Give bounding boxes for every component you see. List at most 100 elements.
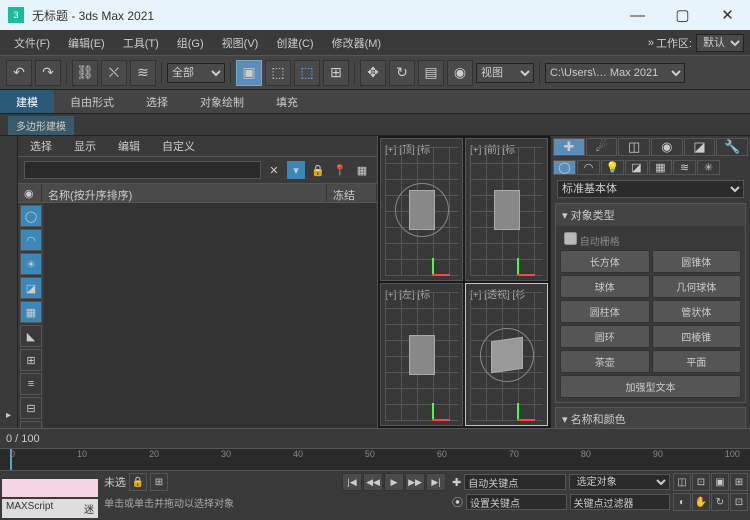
display-tab[interactable]: ◪ — [684, 138, 716, 156]
primitive-button[interactable]: 长方体 — [560, 250, 650, 273]
viewport-top[interactable]: [+] [顶] [标 — [380, 138, 463, 281]
scale-button[interactable]: ▤ — [418, 60, 444, 86]
goto-end-button[interactable]: ▶| — [426, 473, 446, 491]
viewport-front[interactable]: [+] [前] [标 — [465, 138, 548, 281]
shapes-subtab[interactable]: ◠ — [577, 160, 600, 175]
ribbon-tab[interactable]: 建模 — [0, 90, 54, 113]
name-col-header[interactable]: 名称(按升序排序) — [42, 184, 327, 202]
motion-tab[interactable]: ◉ — [651, 138, 683, 156]
scene-tab[interactable]: 自定义 — [154, 136, 203, 156]
ribbon-tab[interactable]: 选择 — [130, 90, 184, 113]
menu-item[interactable]: 工具(T) — [115, 32, 167, 54]
link-button[interactable]: ⛓ — [72, 60, 98, 86]
filter-bone-icon[interactable]: ⊞ — [20, 349, 42, 371]
placement-button[interactable]: ◉ — [447, 60, 473, 86]
clear-search-icon[interactable]: ✕ — [265, 161, 283, 179]
ribbon-subtab[interactable]: 多边形建模 — [8, 116, 74, 135]
coord-display-icon[interactable]: ⊞ — [150, 473, 168, 491]
window-crossing-button[interactable]: ⊞ — [323, 60, 349, 86]
next-frame-button[interactable]: ▶▶ — [405, 473, 425, 491]
keytarget-select[interactable]: 选定对象 — [569, 474, 670, 490]
geometry-subtab[interactable]: ◯ — [553, 160, 576, 175]
filter-helper-icon[interactable]: ▦ — [20, 301, 42, 323]
menu-item[interactable]: 编辑(E) — [60, 32, 113, 54]
hierarchy-tab[interactable]: ◫ — [618, 138, 650, 156]
namecolor-rollout-header[interactable]: ▾ 名称和颜色 — [556, 408, 745, 428]
keyfilter-button[interactable]: 关键点过滤器 — [570, 494, 671, 510]
filter-cam-icon[interactable]: ◪ — [20, 277, 42, 299]
prev-frame-button[interactable]: ◀◀ — [363, 473, 383, 491]
menu-item[interactable]: 文件(F) — [6, 32, 58, 54]
lock-selection-icon[interactable]: 🔒 — [129, 473, 147, 491]
nav-zoomext-icon[interactable]: ⊞ — [730, 473, 748, 491]
primitive-button[interactable]: 圆柱体 — [560, 300, 650, 323]
modify-tab[interactable]: ☄ — [586, 138, 618, 156]
setkey-button[interactable]: 设置关键点 — [466, 494, 567, 510]
filter-space-icon[interactable]: ◣ — [20, 325, 42, 347]
freeze-col-header[interactable]: 冻结 — [327, 184, 377, 202]
goto-start-button[interactable]: |◀ — [342, 473, 362, 491]
primitive-button[interactable]: 几何球体 — [652, 275, 742, 298]
minimize-button[interactable]: — — [615, 0, 660, 30]
menu-item[interactable]: 组(G) — [169, 32, 212, 54]
systems-subtab[interactable]: ✳ — [697, 160, 720, 175]
category-select[interactable]: 标准基本体 — [557, 180, 744, 198]
setkey-icon[interactable]: ⦿ — [452, 494, 463, 510]
nav-rotate-icon[interactable]: ↻ — [711, 493, 729, 511]
select-object-button[interactable]: ▣ — [236, 60, 262, 86]
play-button[interactable]: ▶ — [384, 473, 404, 491]
nav-maximize-icon[interactable]: ⊡ — [730, 493, 748, 511]
vis-col-icon[interactable]: ◉ — [18, 184, 42, 202]
filter-shape-icon[interactable]: ◠ — [20, 229, 42, 251]
primitive-button[interactable]: 管状体 — [652, 300, 742, 323]
primitive-button[interactable]: 茶壶 — [560, 350, 650, 373]
move-button[interactable]: ✥ — [360, 60, 386, 86]
scene-tab[interactable]: 显示 — [66, 136, 104, 156]
rotate-button[interactable]: ↻ — [389, 60, 415, 86]
lights-subtab[interactable]: 💡 — [601, 160, 624, 175]
ribbon-tab[interactable]: 对象绘制 — [184, 90, 260, 113]
menu-item[interactable]: 创建(C) — [268, 32, 321, 54]
create-tab[interactable]: ✚ — [553, 138, 585, 156]
undo-button[interactable]: ↶ — [6, 60, 32, 86]
pin-icon[interactable]: 📍 — [331, 161, 349, 179]
primitive-button[interactable]: 平面 — [652, 350, 742, 373]
filter-frozen-icon[interactable]: ▭ — [20, 421, 42, 428]
nav-zoom-icon[interactable]: ⊡ — [692, 473, 710, 491]
select-name-button[interactable]: ⬚ — [265, 60, 291, 86]
ribbon-tab[interactable]: 填充 — [260, 90, 314, 113]
rect-select-button[interactable]: ⬚ — [294, 60, 320, 86]
lock-icon[interactable]: 🔒 — [309, 161, 327, 179]
add-icon[interactable]: ▦ — [353, 161, 371, 179]
primitive-button[interactable]: 球体 — [560, 275, 650, 298]
menu-item[interactable]: 修改器(M) — [324, 32, 390, 54]
scene-list-area[interactable] — [44, 203, 377, 428]
maximize-button[interactable]: ▢ — [660, 0, 705, 30]
maxscript-label[interactable]: MAXScript — [6, 501, 53, 516]
workspace-select[interactable]: 默认 — [696, 34, 744, 52]
filter-light-icon[interactable]: ☀ — [20, 253, 42, 275]
unlink-button[interactable]: ⛌ — [101, 60, 127, 86]
scene-search-input[interactable] — [24, 161, 261, 179]
primitive-button[interactable]: 加强型文本 — [560, 375, 741, 398]
close-button[interactable]: ✕ — [705, 0, 750, 30]
objtype-rollout-header[interactable]: ▾ 对象类型 — [556, 204, 745, 226]
menu-item[interactable]: 视图(V) — [214, 32, 267, 54]
ribbon-tab[interactable]: 自由形式 — [54, 90, 130, 113]
filter-group-icon[interactable]: ≡ — [20, 373, 42, 395]
scene-tab[interactable]: 编辑 — [110, 136, 148, 156]
viewport-left[interactable]: [+] [左] [标 — [380, 283, 463, 426]
autokey-button[interactable]: 自动关键点 — [464, 474, 565, 490]
leftstrip-expand[interactable]: ▸ — [2, 408, 16, 422]
primitive-button[interactable]: 圆环 — [560, 325, 650, 348]
selection-scope-select[interactable]: 全部 — [167, 63, 225, 83]
menubar-arrows[interactable]: » — [648, 37, 654, 49]
refcoord-select[interactable]: 视图 — [476, 63, 534, 83]
filter-geom-icon[interactable]: ◯ — [20, 205, 42, 227]
helpers-subtab[interactable]: ▦ — [649, 160, 672, 175]
project-path-select[interactable]: C:\Users\… Max 2021 — [545, 63, 685, 83]
primitive-button[interactable]: 四棱锥 — [652, 325, 742, 348]
nav-pan-icon[interactable]: ◫ — [673, 473, 691, 491]
key-mode-icon[interactable]: ✚ — [452, 476, 461, 489]
nav-walk-icon[interactable]: ✋ — [692, 493, 710, 511]
